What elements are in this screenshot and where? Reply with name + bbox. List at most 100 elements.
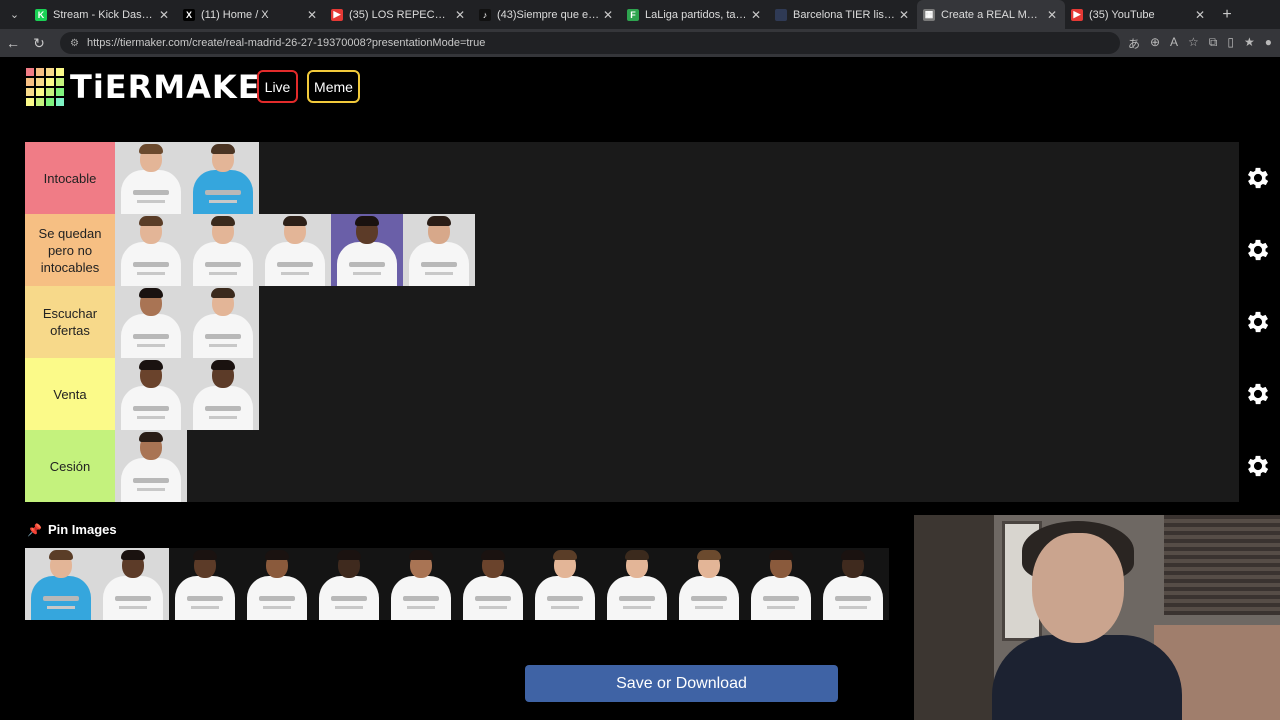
tier-drop-zone[interactable]	[115, 214, 1239, 286]
player-image[interactable]	[529, 548, 601, 620]
tab-title: (35) YouTube	[1089, 8, 1155, 21]
player-image[interactable]	[115, 214, 187, 286]
unranked-image-pool	[25, 548, 889, 620]
url-field[interactable]: ⚙ https://tiermaker.com/create/real-madr…	[60, 32, 1120, 54]
player-image[interactable]	[259, 214, 331, 286]
tier-row: Se quedan pero no intocables	[25, 214, 1269, 286]
player-image[interactable]	[601, 548, 673, 620]
live-button[interactable]: Live	[257, 70, 298, 103]
save-or-download-button[interactable]: Save or Download	[525, 665, 838, 702]
player-image[interactable]	[25, 548, 97, 620]
tier-drop-zone[interactable]	[115, 142, 1239, 214]
player-image[interactable]	[673, 548, 745, 620]
close-tab-icon[interactable]: ✕	[157, 8, 171, 22]
new-tab-icon[interactable]: +	[1213, 6, 1241, 24]
tier-settings-gear-icon[interactable]	[1244, 164, 1272, 192]
player-image[interactable]	[817, 548, 889, 620]
close-tab-icon[interactable]: ✕	[305, 8, 319, 22]
tier-drop-zone[interactable]	[115, 358, 1239, 430]
tier-settings-gear-icon[interactable]	[1244, 452, 1272, 480]
site-info-icon[interactable]: ⚙	[70, 38, 79, 49]
logo-text: TiERMAKER	[70, 68, 287, 106]
player-image[interactable]	[457, 548, 529, 620]
close-tab-icon[interactable]: ✕	[897, 8, 911, 22]
zoom-icon[interactable]: ⊕	[1150, 35, 1160, 52]
player-image[interactable]	[187, 214, 259, 286]
tier-drop-zone[interactable]	[115, 286, 1239, 358]
player-image[interactable]	[115, 286, 187, 358]
extensions-icon[interactable]: ⧉	[1209, 35, 1218, 52]
tier-settings-gear-icon[interactable]	[1244, 236, 1272, 264]
bookmark-star-icon[interactable]: ☆	[1188, 35, 1199, 52]
close-tab-icon[interactable]: ✕	[601, 8, 615, 22]
player-image[interactable]	[115, 430, 187, 502]
tier-row: Venta	[25, 358, 1269, 430]
tier-label[interactable]: Cesión	[25, 430, 115, 502]
tier-list: Intocable Se quedan pero no intocables Esc…	[25, 142, 1269, 502]
tier-label[interactable]: Venta	[25, 358, 115, 430]
favorites-icon[interactable]: ★	[1244, 35, 1255, 52]
tab-favicon-icon: ▦	[923, 8, 935, 21]
player-image[interactable]	[115, 142, 187, 214]
tab-favicon-icon	[775, 8, 787, 21]
player-image[interactable]	[745, 548, 817, 620]
tiermaker-page: TiERMAKER Live Meme Intocable Se quedan p…	[0, 57, 1280, 720]
meme-button[interactable]: Meme	[307, 70, 360, 103]
browser-address-bar: ← ↻ ⚙ https://tiermaker.com/create/real-…	[0, 29, 1280, 57]
tab-title: (35) LOS REPECHAJES MAS	[349, 8, 453, 21]
tier-row: Intocable	[25, 142, 1269, 214]
player-image[interactable]	[97, 548, 169, 620]
browser-tab[interactable]: ▶ (35) YouTube ✕	[1065, 0, 1213, 29]
close-tab-icon[interactable]: ✕	[453, 8, 467, 22]
player-image[interactable]	[385, 548, 457, 620]
translate-icon[interactable]: あ	[1128, 35, 1140, 52]
reload-icon[interactable]: ↻	[26, 35, 52, 52]
tab-favicon-icon: ♪	[479, 8, 491, 21]
tab-title: LaLiga partidos, tablas y not	[645, 8, 749, 21]
tier-row: Cesión	[25, 430, 1269, 502]
player-image[interactable]	[187, 286, 259, 358]
player-image[interactable]	[187, 358, 259, 430]
tab-list: KStream - Kick Dashboard✕X(11) Home / X✕…	[29, 0, 1213, 29]
tier-label[interactable]: Se quedan pero no intocables	[25, 214, 115, 286]
profile-icon[interactable]: ●	[1265, 35, 1272, 52]
close-tab-icon[interactable]: ✕	[1193, 8, 1207, 22]
player-image[interactable]	[169, 548, 241, 620]
player-image[interactable]	[187, 142, 259, 214]
tier-label[interactable]: Escuchar ofertas	[25, 286, 115, 358]
tier-label[interactable]: Intocable	[25, 142, 115, 214]
browser-tab[interactable]: K Stream - Kick Dashboard✕	[29, 0, 177, 29]
tab-title: Stream - Kick Dashboard	[53, 8, 157, 21]
browser-tab[interactable]: ▶ (35) LOS REPECHAJES MAS✕	[325, 0, 473, 29]
player-image[interactable]	[331, 214, 403, 286]
logo-grid-icon	[26, 68, 64, 106]
read-aloud-icon[interactable]: A	[1170, 35, 1178, 52]
tier-drop-zone[interactable]	[115, 430, 1239, 502]
player-image[interactable]	[115, 358, 187, 430]
player-image[interactable]	[403, 214, 475, 286]
split-screen-icon[interactable]: ▯	[1227, 35, 1234, 52]
tier-settings-gear-icon[interactable]	[1244, 380, 1272, 408]
close-tab-icon[interactable]: ✕	[749, 8, 763, 22]
tab-title: Barcelona TIER lists PLAYER	[793, 8, 897, 21]
browser-tab[interactable]: ♪ (43)Siempre que el Barça y✕	[473, 0, 621, 29]
tier-settings-gear-icon[interactable]	[1244, 308, 1272, 336]
browser-tab[interactable]: F LaLiga partidos, tablas y not✕	[621, 0, 769, 29]
close-tab-icon[interactable]: ✕	[1045, 8, 1059, 22]
tab-title: Create a REAL MADRID 26/2	[941, 8, 1045, 21]
browser-tab[interactable]: X (11) Home / X ✕	[177, 0, 325, 29]
tab-title: (11) Home / X	[201, 8, 269, 21]
player-image[interactable]	[313, 548, 385, 620]
browser-tab[interactable]: Barcelona TIER lists PLAYER✕	[769, 0, 917, 29]
back-icon[interactable]: ←	[0, 35, 26, 51]
tiermaker-logo[interactable]: TiERMAKER	[26, 68, 286, 106]
tab-search-icon[interactable]: ⌄	[0, 0, 29, 29]
url-text: https://tiermaker.com/create/real-madrid…	[86, 37, 486, 49]
tab-favicon-icon: X	[183, 8, 195, 21]
tab-favicon-icon: K	[35, 8, 47, 21]
browser-tab-bar: ⌄ KStream - Kick Dashboard✕X(11) Home / …	[0, 0, 1280, 29]
player-image[interactable]	[241, 548, 313, 620]
pin-images-toggle[interactable]: 📌 Pin Images	[27, 522, 117, 537]
tab-favicon-icon: F	[627, 8, 639, 21]
browser-tab[interactable]: ▦ Create a REAL MADRID 26/2✕	[917, 0, 1065, 29]
